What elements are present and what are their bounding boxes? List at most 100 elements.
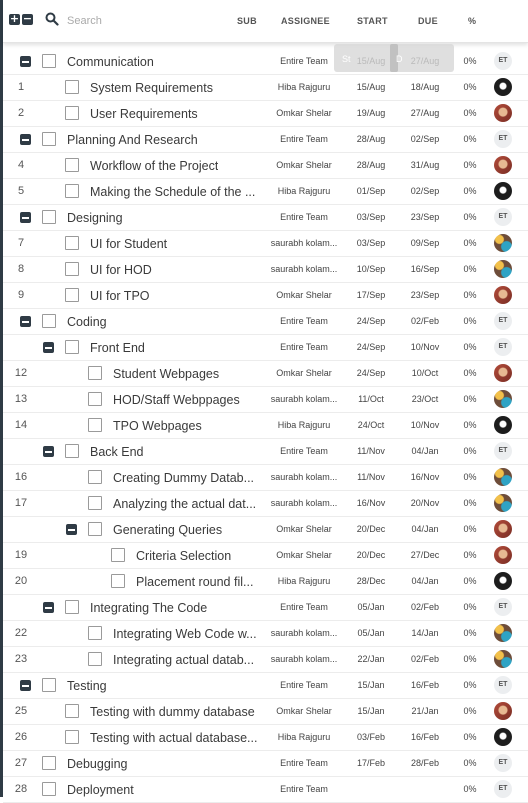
task-start-date[interactable]: 10/Sep xyxy=(346,264,396,274)
task-assignee[interactable]: saurabh kolam... xyxy=(266,238,342,248)
task-due-date[interactable]: 04/Jan xyxy=(400,446,450,456)
task-start-date[interactable]: 16/Nov xyxy=(346,498,396,508)
task-checkbox[interactable] xyxy=(65,730,79,744)
task-name[interactable]: UI for Student xyxy=(90,237,167,251)
task-due-date[interactable]: 16/Feb xyxy=(400,680,450,690)
team-avatar[interactable]: ET xyxy=(494,442,512,460)
column-header-percent[interactable]: % xyxy=(468,16,476,26)
task-checkbox[interactable] xyxy=(65,158,79,172)
task-due-date[interactable]: 10/Nov xyxy=(400,342,450,352)
task-checkbox[interactable] xyxy=(65,184,79,198)
task-name[interactable]: Making the Schedule of the ... xyxy=(90,185,255,199)
task-start-date[interactable]: 24/Sep xyxy=(346,342,396,352)
task-name[interactable]: Analyzing the actual dat... xyxy=(113,497,256,511)
team-avatar[interactable]: ET xyxy=(494,312,512,330)
task-assignee[interactable]: Omkar Shelar xyxy=(266,290,342,300)
task-name[interactable]: Testing with dummy database xyxy=(90,705,255,719)
task-assignee[interactable]: Hiba Rajguru xyxy=(266,82,342,92)
task-checkbox[interactable] xyxy=(42,54,56,68)
task-row[interactable]: 23 Integrating actual datab... saurabh kol… xyxy=(3,647,528,673)
team-avatar[interactable]: ET xyxy=(494,52,512,70)
user-avatar[interactable] xyxy=(494,624,512,642)
task-assignee[interactable]: Entire Team xyxy=(266,316,342,326)
task-checkbox[interactable] xyxy=(88,418,102,432)
task-assignee[interactable]: Omkar Shelar xyxy=(266,524,342,534)
user-avatar[interactable] xyxy=(494,702,512,720)
task-assignee[interactable]: saurabh kolam... xyxy=(266,264,342,274)
task-name[interactable]: Designing xyxy=(67,211,123,225)
task-checkbox[interactable] xyxy=(88,652,102,666)
task-name[interactable]: UI for HOD xyxy=(90,263,152,277)
task-name[interactable]: TPO Webpages xyxy=(113,419,202,433)
task-name[interactable]: Testing with actual database... xyxy=(90,731,257,745)
task-due-date[interactable]: 27/Aug xyxy=(400,108,450,118)
collapse-toggle-icon[interactable] xyxy=(20,56,31,67)
task-start-date[interactable]: 11/Nov xyxy=(346,472,396,482)
task-row[interactable]: 1 System Requirements Hiba Rajguru 15/Aug 18… xyxy=(3,75,528,101)
task-checkbox[interactable] xyxy=(65,106,79,120)
task-row[interactable]: 13 HOD/Staff Webppages saurabh kolam... 11/… xyxy=(3,387,528,413)
task-assignee[interactable]: Entire Team xyxy=(266,602,342,612)
task-group-row[interactable]: Testing Entire Team 15/Jan 16/Feb 0% ET xyxy=(3,673,528,699)
task-assignee[interactable]: Entire Team xyxy=(266,134,342,144)
task-assignee[interactable]: Entire Team xyxy=(266,56,342,66)
task-row[interactable]: 8 UI for HOD saurabh kolam... 10/Sep 16/Sep 0… xyxy=(3,257,528,283)
task-checkbox[interactable] xyxy=(65,80,79,94)
collapse-toggle-icon[interactable] xyxy=(66,524,77,535)
task-checkbox[interactable] xyxy=(88,366,102,380)
user-avatar[interactable] xyxy=(494,572,512,590)
task-due-date[interactable]: 28/Feb xyxy=(400,758,450,768)
task-checkbox[interactable] xyxy=(88,626,102,640)
task-assignee[interactable]: Hiba Rajguru xyxy=(266,576,342,586)
task-row[interactable]: 22 Integrating Web Code w... saurabh kolam… xyxy=(3,621,528,647)
task-checkbox[interactable] xyxy=(42,132,56,146)
task-start-date[interactable]: 28/Aug xyxy=(346,134,396,144)
task-due-date[interactable]: 10/Nov xyxy=(400,420,450,430)
task-name[interactable]: UI for TPO xyxy=(90,289,150,303)
task-checkbox[interactable] xyxy=(65,600,79,614)
task-group-row[interactable]: Front End Entire Team 24/Sep 10/Nov 0% ET xyxy=(3,335,528,361)
task-checkbox[interactable] xyxy=(65,340,79,354)
task-due-date[interactable]: 21/Jan xyxy=(400,706,450,716)
task-start-date[interactable]: 17/Feb xyxy=(346,758,396,768)
team-avatar[interactable]: ET xyxy=(494,598,512,616)
task-assignee[interactable]: Omkar Shelar xyxy=(266,108,342,118)
task-group-row[interactable]: Generating Queries Omkar Shelar 20/Dec 04/J… xyxy=(3,517,528,543)
task-due-date[interactable]: 10/Oct xyxy=(400,368,450,378)
task-due-date[interactable]: 16/Feb xyxy=(400,732,450,742)
collapse-toggle-icon[interactable] xyxy=(20,316,31,327)
task-start-date[interactable]: 20/Dec xyxy=(346,550,396,560)
task-due-date[interactable]: 31/Aug xyxy=(400,160,450,170)
user-avatar[interactable] xyxy=(494,260,512,278)
team-avatar[interactable]: ET xyxy=(494,130,512,148)
task-row[interactable]: 4 Workflow of the Project Omkar Shelar 28/A… xyxy=(3,153,528,179)
user-avatar[interactable] xyxy=(494,364,512,382)
task-name[interactable]: Integrating actual datab... xyxy=(113,653,254,667)
task-group-row[interactable]: Back End Entire Team 11/Nov 04/Jan 0% ET xyxy=(3,439,528,465)
task-due-date[interactable]: 23/Oct xyxy=(400,394,450,404)
column-header-due[interactable]: DUE xyxy=(418,16,438,26)
task-assignee[interactable]: saurabh kolam... xyxy=(266,498,342,508)
task-due-date[interactable]: 02/Sep xyxy=(400,186,450,196)
user-avatar[interactable] xyxy=(494,468,512,486)
task-assignee[interactable]: saurabh kolam... xyxy=(266,628,342,638)
team-avatar[interactable]: ET xyxy=(494,754,512,772)
user-avatar[interactable] xyxy=(494,390,512,408)
user-avatar[interactable] xyxy=(494,416,512,434)
user-avatar[interactable] xyxy=(494,182,512,200)
task-checkbox[interactable] xyxy=(42,678,56,692)
task-checkbox[interactable] xyxy=(42,314,56,328)
task-due-date[interactable]: 14/Jan xyxy=(400,628,450,638)
task-row[interactable]: 7 UI for Student saurabh kolam... 03/Sep 09/… xyxy=(3,231,528,257)
task-row[interactable]: 19 Criteria Selection Omkar Shelar 20/Dec 27… xyxy=(3,543,528,569)
task-name[interactable]: Placement round fil... xyxy=(136,575,253,589)
task-due-date[interactable]: 16/Nov xyxy=(400,472,450,482)
user-avatar[interactable] xyxy=(494,78,512,96)
task-name[interactable]: Front End xyxy=(90,341,145,355)
task-checkbox[interactable] xyxy=(42,782,56,796)
task-assignee[interactable]: Entire Team xyxy=(266,680,342,690)
task-name[interactable]: HOD/Staff Webppages xyxy=(113,393,240,407)
task-checkbox[interactable] xyxy=(88,522,102,536)
task-start-date[interactable]: 03/Sep xyxy=(346,238,396,248)
user-avatar[interactable] xyxy=(494,234,512,252)
